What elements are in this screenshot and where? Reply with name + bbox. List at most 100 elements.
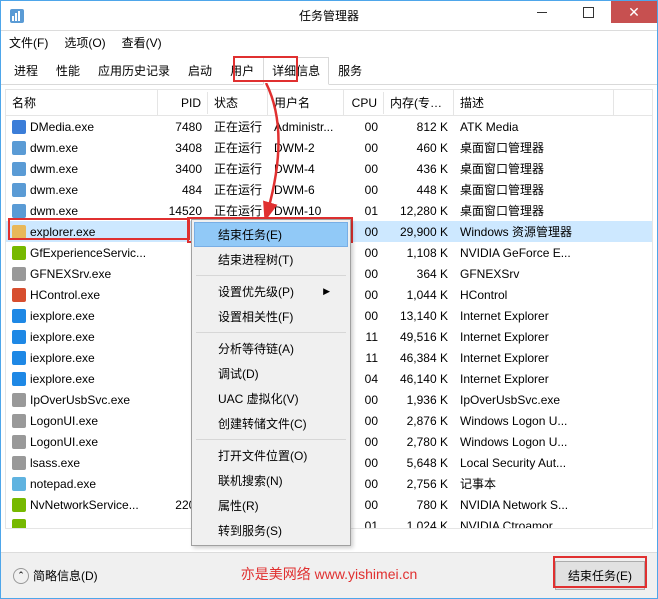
table-row[interactable]: dwm.exe14520正在运行DWM-100112,280 K桌面窗口管理器 (6, 200, 652, 221)
menu-file[interactable]: 文件(F) (5, 32, 52, 53)
context-menu-item[interactable]: 设置优先级(P)▶ (194, 279, 348, 304)
context-menu-item[interactable]: 结束任务(E) (194, 222, 348, 247)
process-desc: Internet Explorer (454, 370, 614, 388)
process-name: NvNetworkService... (30, 498, 139, 512)
table-row[interactable]: dwm.exe484正在运行DWM-600448 K桌面窗口管理器 (6, 179, 652, 200)
process-icon (12, 288, 26, 302)
process-mem: 460 K (384, 139, 454, 157)
process-icon (12, 519, 26, 529)
tab-users[interactable]: 用户 (221, 57, 263, 84)
process-icon (12, 267, 26, 281)
col-name[interactable]: 名称 (6, 90, 158, 115)
process-desc: 桌面窗口管理器 (454, 200, 614, 221)
process-icon (12, 351, 26, 365)
col-desc[interactable]: 描述 (454, 90, 614, 115)
tab-performance[interactable]: 性能 (47, 57, 89, 84)
app-icon (9, 8, 25, 24)
title-bar: 任务管理器 ✕ (1, 1, 657, 31)
col-cpu[interactable]: CPU (344, 92, 384, 114)
context-menu-item[interactable]: 联机搜索(N) (194, 468, 348, 493)
process-icon (12, 162, 26, 176)
process-icon (12, 330, 26, 344)
process-icon (12, 435, 26, 449)
process-name: GfExperienceServic... (30, 246, 146, 260)
context-menu-item[interactable]: 属性(R) (194, 493, 348, 518)
process-mem: 436 K (384, 160, 454, 178)
process-mem: 46,384 K (384, 349, 454, 367)
fewer-details-button[interactable]: ⌃ 简略信息(D) (13, 567, 98, 584)
process-desc: NVIDIA Ctroamor (454, 517, 614, 529)
tab-app-history[interactable]: 应用历史记录 (89, 57, 179, 84)
col-status[interactable]: 状态 (208, 90, 268, 115)
process-desc: Windows Logon U... (454, 433, 614, 451)
tab-details[interactable]: 详细信息 (263, 57, 329, 85)
context-menu-item[interactable]: 打开文件位置(O) (194, 443, 348, 468)
context-menu-item[interactable]: 创建转储文件(C) (194, 411, 348, 436)
process-name: iexplore.exe (30, 330, 95, 344)
col-mem[interactable]: 内存(专用... (384, 90, 454, 115)
chevron-up-icon: ⌃ (13, 568, 29, 584)
process-status: 正在运行 (208, 179, 268, 200)
process-icon (12, 309, 26, 323)
tab-processes[interactable]: 进程 (5, 57, 47, 84)
context-menu-item[interactable]: 转到服务(S) (194, 518, 348, 543)
process-status: 正在运行 (208, 200, 268, 221)
maximize-button[interactable] (565, 1, 611, 23)
table-header: 名称 PID 状态 用户名 CPU 内存(专用... 描述 (6, 90, 652, 116)
process-name: HControl.exe (30, 288, 100, 302)
table-row[interactable]: dwm.exe3400正在运行DWM-400436 K桌面窗口管理器 (6, 158, 652, 179)
context-menu-item[interactable]: 调试(D) (194, 361, 348, 386)
col-pid[interactable]: PID (158, 92, 208, 114)
window-title: 任务管理器 (299, 7, 359, 24)
process-pid: 484 (158, 181, 208, 199)
process-desc: Local Security Aut... (454, 454, 614, 472)
process-icon (12, 372, 26, 386)
process-mem: 1,936 K (384, 391, 454, 409)
context-menu-item[interactable]: 结束进程树(T) (194, 247, 348, 272)
process-icon (12, 204, 26, 218)
process-name: dwm.exe (30, 162, 78, 176)
process-desc: GFNEXSrv (454, 265, 614, 283)
process-desc: Windows 资源管理器 (454, 221, 614, 242)
menu-view[interactable]: 查看(V) (118, 32, 166, 53)
process-desc: NVIDIA GeForce E... (454, 244, 614, 262)
process-mem: 812 K (384, 118, 454, 136)
tab-strip: 进程 性能 应用历史记录 启动 用户 详细信息 服务 (1, 53, 657, 85)
menu-bar: 文件(F) 选项(O) 查看(V) (1, 31, 657, 53)
submenu-arrow-icon: ▶ (323, 286, 330, 297)
process-icon (12, 477, 26, 491)
process-mem: 5,648 K (384, 454, 454, 472)
process-mem: 49,516 K (384, 328, 454, 346)
table-row[interactable]: dwm.exe3408正在运行DWM-200460 K桌面窗口管理器 (6, 137, 652, 158)
process-pid: 14520 (158, 202, 208, 220)
context-menu-separator (196, 332, 346, 333)
process-mem: 12,280 K (384, 202, 454, 220)
process-name: explorer.exe (30, 225, 95, 239)
process-status: 正在运行 (208, 116, 268, 137)
context-menu-item[interactable]: 分析等待链(A) (194, 336, 348, 361)
tab-startup[interactable]: 启动 (179, 57, 221, 84)
context-menu-item[interactable]: 设置相关性(F) (194, 304, 348, 329)
process-status: 正在运行 (208, 158, 268, 179)
process-icon (12, 414, 26, 428)
close-button[interactable]: ✕ (611, 1, 657, 23)
table-row[interactable]: DMedia.exe7480正在运行Administr...00812 KATK… (6, 116, 652, 137)
tab-services[interactable]: 服务 (329, 57, 371, 84)
menu-options[interactable]: 选项(O) (60, 32, 109, 53)
context-menu-item[interactable]: UAC 虚拟化(V) (194, 386, 348, 411)
process-name: iexplore.exe (30, 309, 95, 323)
process-status: 正在运行 (208, 137, 268, 158)
minimize-button[interactable] (519, 1, 565, 23)
process-desc: 桌面窗口管理器 (454, 137, 614, 158)
process-name: GFNEXSrv.exe (30, 267, 111, 281)
process-icon (12, 393, 26, 407)
end-task-button[interactable]: 结束任务(E) (555, 561, 645, 590)
process-desc: 桌面窗口管理器 (454, 179, 614, 200)
process-icon (12, 225, 26, 239)
process-name: LogonUI.exe (30, 435, 98, 449)
context-menu: 结束任务(E)结束进程树(T) 设置优先级(P)▶设置相关性(F) 分析等待链(A)… (191, 219, 351, 546)
process-name: IpOverUsbSvc.exe (30, 393, 130, 407)
process-desc: ATK Media (454, 118, 614, 136)
process-desc: Internet Explorer (454, 307, 614, 325)
process-mem: 1,044 K (384, 286, 454, 304)
